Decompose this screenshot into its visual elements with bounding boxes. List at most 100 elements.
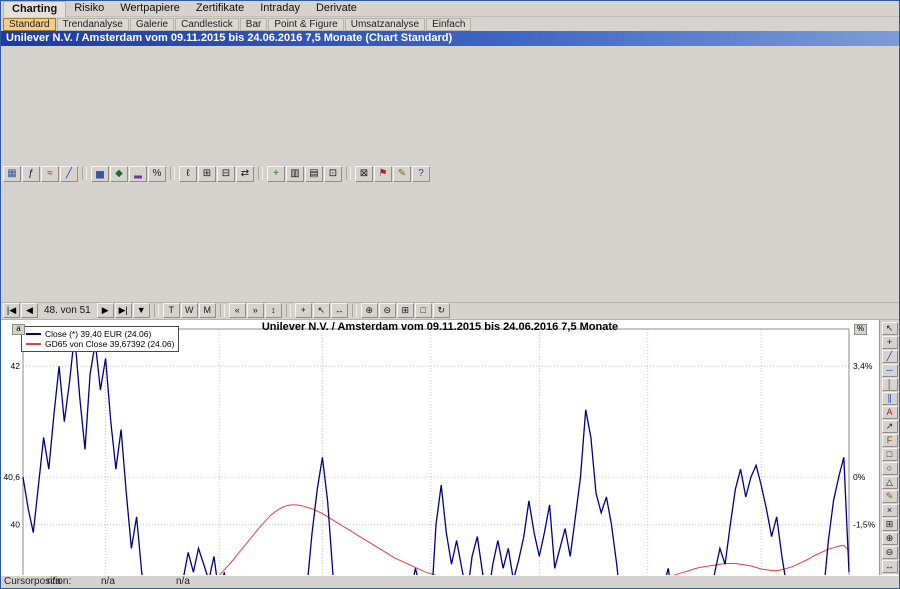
percent-scale-icon[interactable]: % [148,166,166,182]
statusbar-value-2: n/a [101,576,115,588]
export-icon[interactable]: ⊠ [355,166,373,182]
pointer-icon[interactable]: ↖ [313,303,330,318]
candlestick-chart-icon[interactable]: ◆ [110,166,128,182]
grid-toggle-icon[interactable]: ⊞ [198,166,216,182]
toolbar-separator [258,167,263,180]
rectangle-tool-icon[interactable]: □ [882,448,898,461]
toolbar-separator [154,304,159,317]
bar-chart-icon[interactable]: ▅ [91,166,109,182]
open-template-icon[interactable]: ▤ [305,166,323,182]
period-week-icon[interactable]: W [181,303,198,318]
zoom-out-tool-icon[interactable]: ⊖ [882,546,898,559]
legend-item-gd65: GD65 von Close 39,67392 (24.06) [26,339,174,349]
chart-type-tab-trendanalyse[interactable]: Trendanalyse [57,18,129,31]
chart-type-tab-bar[interactable]: Bar [240,18,268,31]
svg-text:-1,5%: -1,5% [853,519,876,529]
measure-tool-icon[interactable]: ↔ [882,560,898,573]
help-icon[interactable]: ? [412,166,430,182]
trendline-tool-icon[interactable]: ╱ [882,350,898,363]
menu-tab-wertpapiere[interactable]: Wertpapiere [112,1,188,17]
zoom-out-icon[interactable]: ⊖ [379,303,396,318]
toolbar-separator [346,167,351,180]
toolbar-separator [286,304,291,317]
svg-text:0%: 0% [853,472,866,482]
menu-tab-intraday[interactable]: Intraday [252,1,308,17]
drawing-toolbar: ↖+╱─│∥A↗F□○△✎×⊞⊕⊖↔▣▤≡↩☼? [880,320,899,576]
legend-label-close: Close (*) 39,40 EUR (24.06) [45,329,151,339]
save-template-icon[interactable]: ▥ [286,166,304,182]
toolbar-nav-icons: TWM «»↕ +↖↔ ⊕⊖⊞□↻ [163,303,450,318]
crosshair-icon[interactable]: + [295,303,312,318]
menu-tab-risiko[interactable]: Risiko [66,1,112,17]
triangle-tool-icon[interactable]: △ [882,476,898,489]
menu-tab-zertifikate[interactable]: Zertifikate [188,1,252,17]
channel-tool-icon[interactable]: ∥ [882,392,898,405]
legend-swatch-close [26,333,41,335]
right-axis-mode-button[interactable]: % [854,324,867,335]
horizontal-line-tool-icon[interactable]: ─ [882,364,898,377]
axis-settings-icon[interactable]: ⊟ [217,166,235,182]
chart-type-tab-standard[interactable]: Standard [3,18,56,31]
delete-tool-icon[interactable]: × [882,504,898,517]
legend-swatch-gd65 [26,343,41,345]
toolbar-separator [82,167,87,180]
log-scale-icon[interactable]: ℓ [179,166,197,182]
zoom-in-icon[interactable]: ⊕ [361,303,378,318]
pointer-tool-icon[interactable]: ↖ [882,322,898,335]
expand-time-icon[interactable]: » [247,303,264,318]
overlay-average-icon[interactable]: ≈ [41,166,59,182]
period-month-icon[interactable]: M [199,303,216,318]
last-chart-button[interactable]: ▶| [115,303,132,318]
chart-layout-icon[interactable]: ▦ [3,166,21,182]
chart-window-title: Unilever N.V. / Amsterdam vom 09.11.2015… [6,32,452,44]
svg-text:40: 40 [11,519,21,529]
text-tool-icon[interactable]: A [882,406,898,419]
zoom-reset-icon[interactable]: □ [415,303,432,318]
arrow-tool-icon[interactable]: ↗ [882,420,898,433]
copy-chart-icon[interactable]: ⊡ [324,166,342,182]
chart-legend: Close (*) 39,40 EUR (24.06)GD65 von Clos… [21,326,179,352]
zoom-window-icon[interactable]: ⊞ [397,303,414,318]
toolbar-separator [352,304,357,317]
ellipse-tool-icon[interactable]: ○ [882,462,898,475]
chart-type-tab-candlestick[interactable]: Candlestick [175,18,239,31]
svg-text:40,6: 40,6 [3,472,20,482]
toolbar-main: ▦ƒ≈╱ ▅◆▂% ℓ⊞⊟⇄ +▥▤⊡ ⊠⚑✎? [1,46,899,303]
indicator-add-icon[interactable]: ƒ [22,166,40,182]
chart-area[interactable]: Unilever N.V. / Amsterdam vom 09.11.2015… [1,320,880,576]
menu-tab-derivate[interactable]: Derivate [308,1,365,17]
menu-tab-charting[interactable]: Charting [3,1,66,17]
first-chart-button[interactable]: |◀ [3,303,20,318]
refresh-icon[interactable]: ↻ [433,303,450,318]
chart-type-tab-einfach[interactable]: Einfach [426,18,471,31]
statusbar-value-3: n/a [176,576,190,588]
crosshair-tool-icon[interactable]: + [882,336,898,349]
autoscale-icon[interactable]: ↕ [265,303,282,318]
zoom-in-tool-icon[interactable]: ⊕ [882,532,898,545]
compress-time-icon[interactable]: « [229,303,246,318]
chart-svg[interactable]: 423,4%40,60%40-1,5%39-4%38-6,4%37-8,9%De… [1,320,879,589]
zoom-area-tool-icon[interactable]: ⊞ [882,518,898,531]
chart-type-tab-point-figure[interactable]: Point & Figure [268,18,343,31]
vertical-line-tool-icon[interactable]: │ [882,378,898,391]
chart-counter: 48. von 51 [39,305,96,316]
period-day-icon[interactable]: T [163,303,180,318]
note-icon[interactable]: ✎ [393,166,411,182]
next-chart-button[interactable]: ▶ [97,303,114,318]
fibonacci-tool-icon[interactable]: F [882,434,898,447]
flag-alarm-icon[interactable]: ⚑ [374,166,392,182]
menubar: ChartingRisikoWertpapiereZertifikateIntr… [1,1,899,17]
chart-type-tab-umsatzanalyse[interactable]: Umsatzanalyse [345,18,425,31]
statusbar: Cursorposition: n/a n/a n/a [1,575,899,588]
statusbar-value-1: n/a [47,576,61,588]
left-axis-mode-button[interactable]: a [12,324,25,335]
measure-icon[interactable]: ↔ [331,303,348,318]
add-study-icon[interactable]: + [267,166,285,182]
volume-icon[interactable]: ▂ [129,166,147,182]
compare-icon[interactable]: ⇄ [236,166,254,182]
chart-type-tab-galerie[interactable]: Galerie [130,18,174,31]
previous-chart-button[interactable]: ◀ [21,303,38,318]
freehand-tool-icon[interactable]: ✎ [882,490,898,503]
line-chart-icon[interactable]: ╱ [60,166,78,182]
chart-list-dropdown-button[interactable]: ▼ [133,303,150,318]
